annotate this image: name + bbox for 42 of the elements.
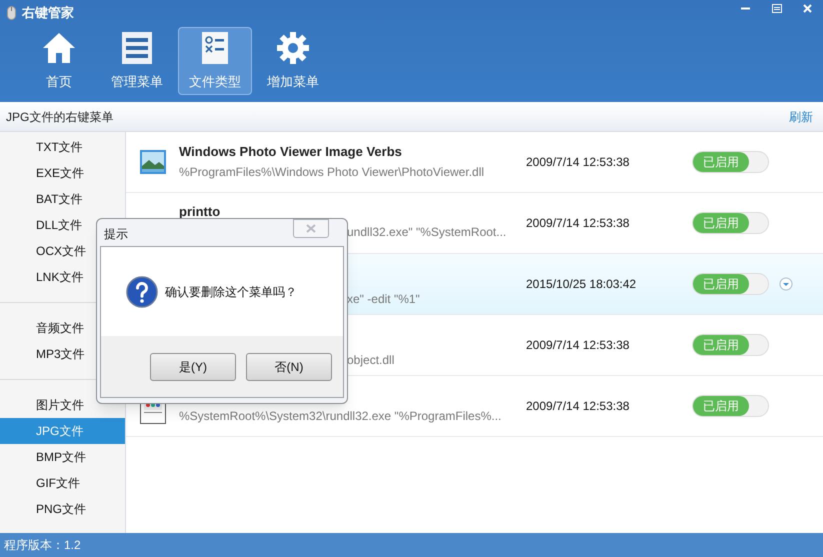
sidebar-item[interactable]: JPG文件 bbox=[0, 418, 125, 444]
toolbar-tab[interactable]: 增加菜单 bbox=[256, 27, 330, 95]
window-title: 右键管家 bbox=[22, 4, 74, 22]
entry-date: 2009/7/14 12:53:38 bbox=[526, 398, 630, 415]
sidebar-item[interactable]: BAT文件 bbox=[0, 186, 125, 212]
refresh-link[interactable]: 刷新 bbox=[789, 108, 813, 126]
photo-icon bbox=[138, 149, 166, 175]
dialog-button[interactable]: 是(Y) bbox=[150, 352, 236, 380]
entry-date: 2009/7/14 12:53:38 bbox=[526, 215, 630, 232]
toolbar-tab[interactable]: 管理菜单 bbox=[100, 27, 174, 95]
dialog-title: 提示 bbox=[104, 226, 128, 243]
mouse-icon bbox=[7, 6, 16, 20]
section-title: JPG文件的右键菜单 bbox=[6, 108, 114, 126]
sidebar-item[interactable]: TXT文件 bbox=[0, 134, 125, 160]
toolbar-tab[interactable]: 首页 bbox=[22, 27, 96, 95]
dialog-message: 确认要删除这个菜单吗？ bbox=[165, 284, 297, 300]
entry-path: object.dll bbox=[347, 352, 396, 368]
entry-date: 2015/10/25 18:03:42 bbox=[526, 276, 638, 293]
dialog-button[interactable]: 否(N) bbox=[246, 352, 332, 380]
menu-icon bbox=[772, 4, 782, 13]
entry-date: 2009/7/14 12:53:38 bbox=[526, 337, 630, 354]
sidebar-item[interactable]: GIF文件 bbox=[0, 470, 125, 496]
gear-icon bbox=[275, 30, 311, 66]
entry-title: printto bbox=[179, 204, 222, 220]
sidebar-item[interactable]: EXE文件 bbox=[0, 160, 125, 186]
entry-date: 2009/7/14 12:53:38 bbox=[526, 154, 630, 171]
entry-path: %ProgramFiles%\Windows Photo Viewer\PhotoViewer.dll bbox=[179, 164, 486, 180]
entry-path: undll32.exe" "%SystemRoot... bbox=[347, 224, 508, 240]
close-icon bbox=[803, 4, 812, 13]
entry-title: Windows Photo Viewer Image Verbs bbox=[179, 144, 403, 160]
minimize-icon bbox=[741, 7, 750, 10]
home-icon bbox=[41, 31, 77, 66]
sidebar-item[interactable]: PNG文件 bbox=[0, 496, 125, 522]
question-icon bbox=[126, 276, 158, 308]
list-icon bbox=[121, 31, 153, 66]
entry-path: xe" -edit "%1" bbox=[347, 291, 421, 307]
dropdown-icon[interactable] bbox=[779, 277, 793, 291]
close-icon bbox=[306, 224, 316, 233]
status-bar: 程序版本：1.2 bbox=[0, 533, 823, 557]
sidebar-item[interactable]: BMP文件 bbox=[0, 444, 125, 470]
entry-path: %SystemRoot%\System32\rundll32.exe "%ProgramFiles%... bbox=[179, 408, 502, 424]
checklist-icon bbox=[201, 31, 229, 66]
